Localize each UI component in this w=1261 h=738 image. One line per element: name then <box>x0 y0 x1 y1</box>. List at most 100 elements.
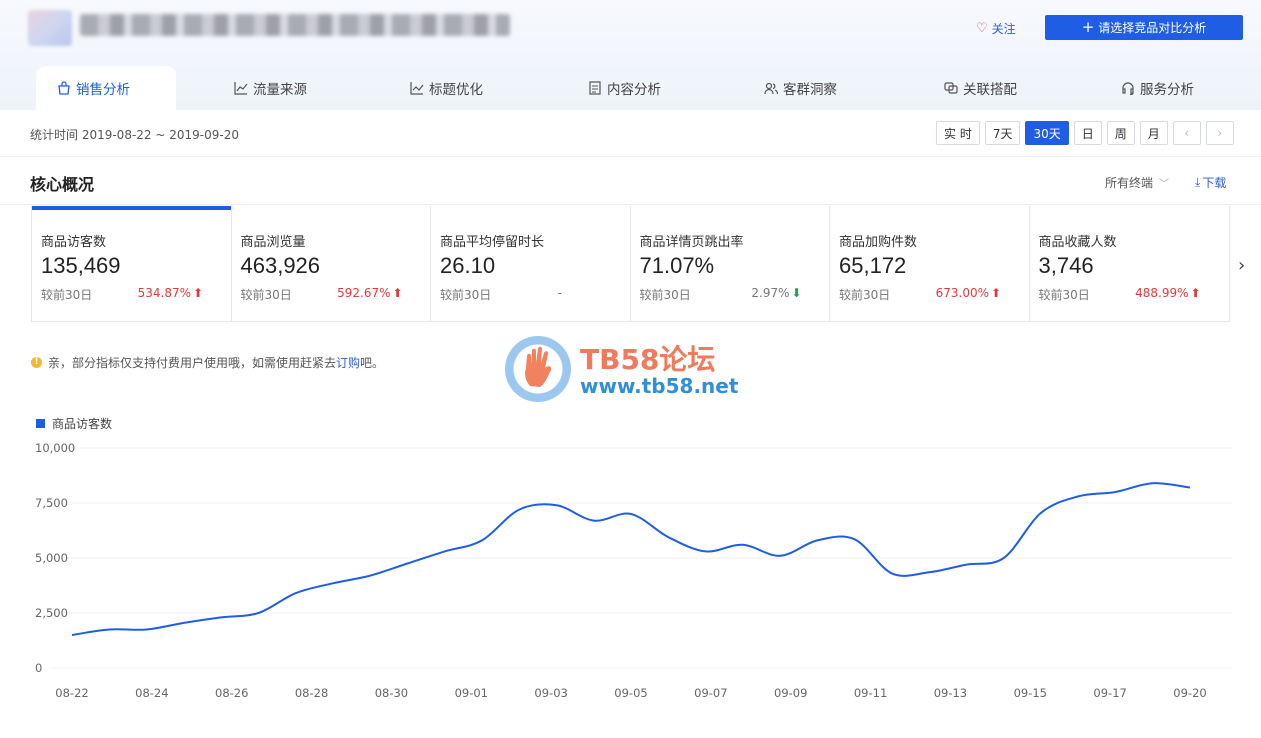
compare-label: 较前30日 <box>240 288 292 302</box>
watermark: TB58论坛 www.tb58.net <box>505 336 765 406</box>
data-point[interactable] <box>367 573 373 579</box>
compare-value: 2.97% <box>751 286 790 300</box>
data-point[interactable] <box>69 632 75 638</box>
link-icon <box>944 82 958 94</box>
download-button[interactable]: ⤓ 下载 <box>1195 174 1226 191</box>
metric-card-add-to-cart[interactable]: 商品加购件数 65,172 较前30日 673.00% ⬆ <box>830 206 1030 321</box>
data-point[interactable] <box>404 561 410 567</box>
tab-audience-insight[interactable]: 客群洞察 <box>764 66 837 110</box>
range-realtime-button[interactable]: 实 时 <box>936 121 980 145</box>
tab-label: 流量来源 <box>253 82 307 98</box>
metrics-next-button[interactable]: › <box>1238 255 1245 276</box>
data-point[interactable] <box>889 570 895 576</box>
compare-competitor-button[interactable]: + 请选择竞品对比分析 <box>1045 15 1243 40</box>
prev-period-button[interactable]: ‹ <box>1172 121 1201 145</box>
compare-value: - <box>557 286 562 300</box>
tab-label: 客群洞察 <box>783 82 837 98</box>
data-point[interactable] <box>144 627 150 633</box>
data-point[interactable] <box>479 537 485 543</box>
tab-label: 标题优化 <box>429 82 483 98</box>
x-tick-label: 08-30 <box>375 686 408 700</box>
chevron-down-icon: ﹀ <box>1159 179 1170 190</box>
terminal-dropdown[interactable]: 所有终端 ﹀ <box>1105 174 1169 191</box>
range-7d-button[interactable]: 7天 <box>984 121 1021 145</box>
tab-content-analysis[interactable]: 内容分析 <box>588 66 661 110</box>
legend-swatch <box>36 419 45 428</box>
arrow-down-icon: ⬇ <box>791 286 802 300</box>
range-day-button[interactable]: 日 <box>1073 121 1102 145</box>
data-point[interactable] <box>1075 493 1081 499</box>
data-point[interactable] <box>703 548 709 554</box>
metric-card-bounce-rate[interactable]: 商品详情页跳出率 71.07% 较前30日 2.97% ⬇ <box>631 206 830 321</box>
metric-card-visitors[interactable]: 商品访客数 135,469 较前30日 534.87% ⬆ <box>32 206 232 321</box>
range-week-button[interactable]: 周 <box>1106 121 1135 145</box>
data-point[interactable] <box>1001 555 1007 561</box>
metric-value: 3,746 <box>1038 253 1094 278</box>
compare-label: 较前30日 <box>639 288 691 302</box>
terminal-label: 所有终端 <box>1105 176 1154 190</box>
tab-related-matching[interactable]: 关联搭配 <box>944 66 1017 110</box>
x-tick-label: 09-17 <box>1093 686 1126 700</box>
metric-value: 71.07% <box>639 253 715 278</box>
data-point[interactable] <box>777 553 783 559</box>
tab-service-analysis[interactable]: 服务分析 <box>1121 66 1194 110</box>
chevron-left-icon: ‹ <box>1184 126 1190 140</box>
arrow-up-icon: ⬆ <box>392 286 403 300</box>
data-point[interactable] <box>106 627 112 633</box>
data-point[interactable] <box>218 614 224 620</box>
hand-icon <box>525 346 552 387</box>
data-point[interactable] <box>442 548 448 554</box>
data-point[interactable] <box>1112 489 1118 495</box>
data-point[interactable] <box>628 511 634 517</box>
x-tick-label: 08-28 <box>295 686 328 700</box>
tab-traffic-source[interactable]: 流量来源 <box>234 66 307 110</box>
data-point[interactable] <box>740 542 746 548</box>
arrow-up-icon: ⬆ <box>1190 286 1201 300</box>
notice-body: 亲，部分指标仅支持付费用户使用哦，如需使用赶紧去 <box>48 356 337 370</box>
arrow-up-icon: ⬆ <box>990 286 1001 300</box>
y-tick-label: 5,000 <box>35 551 68 565</box>
compare-label: 较前30日 <box>41 288 93 302</box>
data-point[interactable] <box>963 562 969 568</box>
data-point[interactable] <box>926 569 932 575</box>
data-point[interactable] <box>591 518 597 524</box>
tab-sales-analysis[interactable]: 销售分析 <box>57 66 130 110</box>
metric-card-avg-stay[interactable]: 商品平均停留时长 26.10 较前30日 - <box>431 206 631 321</box>
follow-button[interactable]: ♡ 关注 <box>976 20 1016 37</box>
data-point[interactable] <box>1038 510 1044 516</box>
range-month-button[interactable]: 月 <box>1139 121 1168 145</box>
subscribe-link[interactable]: 订购 <box>336 356 360 370</box>
data-point[interactable] <box>255 610 261 616</box>
metric-value: 26.10 <box>440 253 496 278</box>
arrow-up-icon: ⬆ <box>192 286 203 300</box>
data-point[interactable] <box>1150 480 1156 486</box>
data-point[interactable] <box>330 580 336 586</box>
chevron-right-icon: › <box>1238 255 1246 276</box>
range-30d-button[interactable]: 30天 <box>1025 121 1069 145</box>
analysis-tabs: 销售分析 流量来源 标题优化 内容分析 客群洞察 关联搭配 服务分析 <box>0 66 1261 110</box>
data-point[interactable] <box>665 534 671 540</box>
metric-card-favorites[interactable]: 商品收藏人数 3,746 较前30日 488.99% ⬆ <box>1030 206 1230 321</box>
data-point[interactable] <box>1187 485 1193 491</box>
data-point[interactable] <box>852 536 858 542</box>
data-point[interactable] <box>293 590 299 596</box>
document-icon <box>589 81 601 95</box>
x-tick-label: 09-11 <box>854 686 887 700</box>
headset-icon <box>1122 82 1134 95</box>
watermark-url: www.tb58.net <box>580 374 739 398</box>
x-tick-label: 08-26 <box>215 686 248 700</box>
data-point[interactable] <box>516 507 522 513</box>
next-period-button[interactable]: › <box>1205 121 1234 145</box>
product-title-blurred <box>80 14 510 36</box>
core-overview-header: 核心概况 所有终端 ﹀ ⤓ 下载 <box>0 158 1261 205</box>
data-point[interactable] <box>553 502 559 508</box>
line-chart-icon <box>234 82 248 95</box>
x-tick-label: 09-07 <box>694 686 727 700</box>
trend-icon <box>410 82 424 95</box>
date-bar: 统计时间 2019-08-22 ~ 2019-09-20 实 时 7天 30天 … <box>0 110 1261 157</box>
series-line-visitors[interactable] <box>71 482 1191 636</box>
tab-title-optimization[interactable]: 标题优化 <box>410 66 483 110</box>
data-point[interactable] <box>181 620 187 626</box>
data-point[interactable] <box>814 537 820 543</box>
metric-card-pageviews[interactable]: 商品浏览量 463,926 较前30日 592.67% ⬆ <box>232 206 431 321</box>
